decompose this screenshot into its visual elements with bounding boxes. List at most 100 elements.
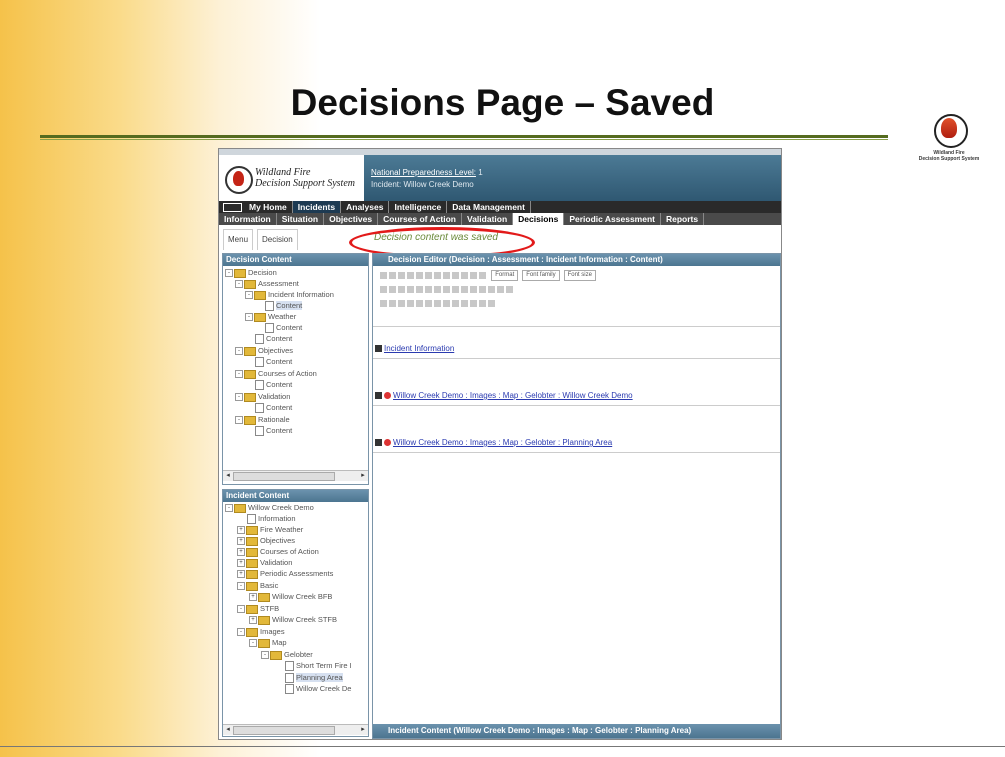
- tree-node[interactable]: Content: [255, 380, 292, 391]
- bold-icon[interactable]: [416, 272, 423, 279]
- nav-my-home[interactable]: My Home: [244, 201, 293, 213]
- tree-node[interactable]: Content: [265, 323, 302, 334]
- collapse-icon[interactable]: -: [237, 582, 245, 591]
- paste-icon[interactable]: [380, 272, 387, 279]
- split-icon[interactable]: [416, 300, 423, 307]
- remove-format-icon[interactable]: [470, 300, 477, 307]
- bg-color-icon[interactable]: [506, 286, 513, 293]
- outdent-icon[interactable]: [452, 286, 459, 293]
- tree-node[interactable]: + Courses of Action: [237, 547, 319, 557]
- collapse-icon[interactable]: -: [235, 393, 243, 402]
- home-icon[interactable]: [223, 203, 242, 213]
- collapse-icon[interactable]: -: [237, 605, 245, 614]
- find-icon[interactable]: [416, 286, 423, 293]
- tab-courses-of-action[interactable]: Courses of Action: [378, 213, 462, 225]
- tree-node[interactable]: Willow Creek De: [285, 684, 351, 695]
- paste-word-icon[interactable]: [407, 286, 414, 293]
- tree-node[interactable]: Content: [255, 426, 292, 437]
- subscript-icon[interactable]: [479, 300, 486, 307]
- remove-icon[interactable]: [384, 439, 391, 447]
- format-select[interactable]: Format: [491, 270, 519, 281]
- bullet-list-icon[interactable]: [434, 286, 441, 293]
- app-logo-icon[interactable]: [225, 166, 253, 194]
- hr-icon[interactable]: [461, 300, 468, 307]
- tab-situation[interactable]: Situation: [277, 213, 325, 225]
- scroll-left-icon[interactable]: ◂: [224, 472, 232, 479]
- tab-objectives[interactable]: Objectives: [324, 213, 379, 225]
- tree-node[interactable]: Short Term Fire I: [285, 661, 352, 672]
- scroll-right-icon[interactable]: ▸: [359, 472, 367, 479]
- tree-node[interactable]: + Validation: [237, 558, 292, 568]
- number-list-icon[interactable]: [443, 286, 450, 293]
- font-size-select[interactable]: Font size: [563, 270, 596, 281]
- tree-node[interactable]: Content: [265, 301, 303, 312]
- tree-node[interactable]: - Courses of Action: [235, 369, 317, 379]
- tab-decision[interactable]: Decision: [257, 229, 298, 250]
- entry-link[interactable]: Incident Information: [384, 344, 454, 353]
- tab-periodic-assessment[interactable]: Periodic Assessment: [564, 213, 661, 225]
- tree-node[interactable]: Planning Area: [285, 673, 343, 684]
- tree-node[interactable]: - Objectives: [235, 346, 293, 356]
- collapse-icon[interactable]: -: [235, 370, 243, 379]
- nav-analyses[interactable]: Analyses: [341, 201, 390, 213]
- toggle-icon[interactable]: [375, 392, 382, 400]
- tab-information[interactable]: Information: [219, 213, 277, 225]
- nav-incidents[interactable]: Incidents: [292, 201, 342, 213]
- scroll-left-icon[interactable]: ◂: [224, 726, 232, 733]
- expand-icon[interactable]: +: [237, 526, 245, 535]
- tree-node[interactable]: + Periodic Assessments: [237, 569, 333, 579]
- tree-node[interactable]: - Decision: [225, 268, 277, 278]
- tree-node[interactable]: Content: [255, 357, 292, 368]
- scrollbar-thumb[interactable]: [233, 726, 335, 735]
- font-family-select[interactable]: Font family: [522, 270, 560, 281]
- superscript-icon[interactable]: [488, 300, 495, 307]
- tree-node[interactable]: - Assessment: [235, 279, 299, 289]
- expand-icon[interactable]: +: [237, 548, 245, 557]
- insert-col-icon[interactable]: [443, 300, 450, 307]
- tree-node[interactable]: - STFB: [237, 604, 279, 614]
- tree-node[interactable]: - Gelobter: [261, 650, 313, 660]
- delete-row-icon[interactable]: [434, 300, 441, 307]
- unlink-icon[interactable]: [488, 286, 495, 293]
- tree-node[interactable]: Content: [255, 403, 292, 414]
- nav-intelligence[interactable]: Intelligence: [389, 201, 448, 213]
- justify-icon[interactable]: [479, 272, 486, 279]
- tree-node[interactable]: - Incident Information: [245, 290, 334, 300]
- image-icon[interactable]: [452, 300, 459, 307]
- cut-icon[interactable]: [380, 286, 387, 293]
- tree-node[interactable]: - Willow Creek Demo: [225, 503, 314, 513]
- expand-icon[interactable]: +: [249, 616, 257, 625]
- remove-icon[interactable]: [384, 392, 391, 400]
- indent-icon[interactable]: [461, 286, 468, 293]
- row-icon[interactable]: [389, 300, 396, 307]
- collapse-icon[interactable]: -: [235, 416, 243, 425]
- column-icon[interactable]: [398, 300, 405, 307]
- horizontal-scrollbar[interactable]: ◂ ▸: [223, 470, 368, 481]
- tree-node[interactable]: - Basic: [237, 581, 278, 591]
- expand-icon[interactable]: +: [249, 593, 257, 602]
- undo-icon[interactable]: [398, 272, 405, 279]
- tab-validation[interactable]: Validation: [462, 213, 514, 225]
- toggle-icon[interactable]: [375, 345, 382, 353]
- align-right-icon[interactable]: [470, 272, 477, 279]
- expand-icon[interactable]: +: [237, 570, 245, 579]
- quote-icon[interactable]: [470, 286, 477, 293]
- entry-link[interactable]: Willow Creek Demo : Images : Map : Gelob…: [393, 391, 633, 400]
- collapse-icon[interactable]: -: [225, 504, 233, 513]
- collapse-icon[interactable]: -: [235, 280, 243, 289]
- tree-node[interactable]: Information: [247, 514, 296, 525]
- tree-node[interactable]: + Willow Creek BFB: [249, 592, 332, 602]
- collapse-icon[interactable]: -: [249, 639, 257, 648]
- tree-node[interactable]: + Objectives: [237, 536, 295, 546]
- nav-data-management[interactable]: Data Management: [447, 201, 531, 213]
- save-icon[interactable]: [389, 272, 396, 279]
- tree-node[interactable]: - Validation: [235, 392, 290, 402]
- tree-node[interactable]: + Fire Weather: [237, 525, 303, 535]
- align-left-icon[interactable]: [452, 272, 459, 279]
- replace-icon[interactable]: [425, 286, 432, 293]
- tab-decisions[interactable]: Decisions: [513, 213, 565, 225]
- italic-icon[interactable]: [425, 272, 432, 279]
- collapse-icon[interactable]: -: [245, 313, 253, 322]
- tree-node[interactable]: + Willow Creek STFB: [249, 615, 337, 625]
- collapse-icon[interactable]: -: [225, 269, 233, 278]
